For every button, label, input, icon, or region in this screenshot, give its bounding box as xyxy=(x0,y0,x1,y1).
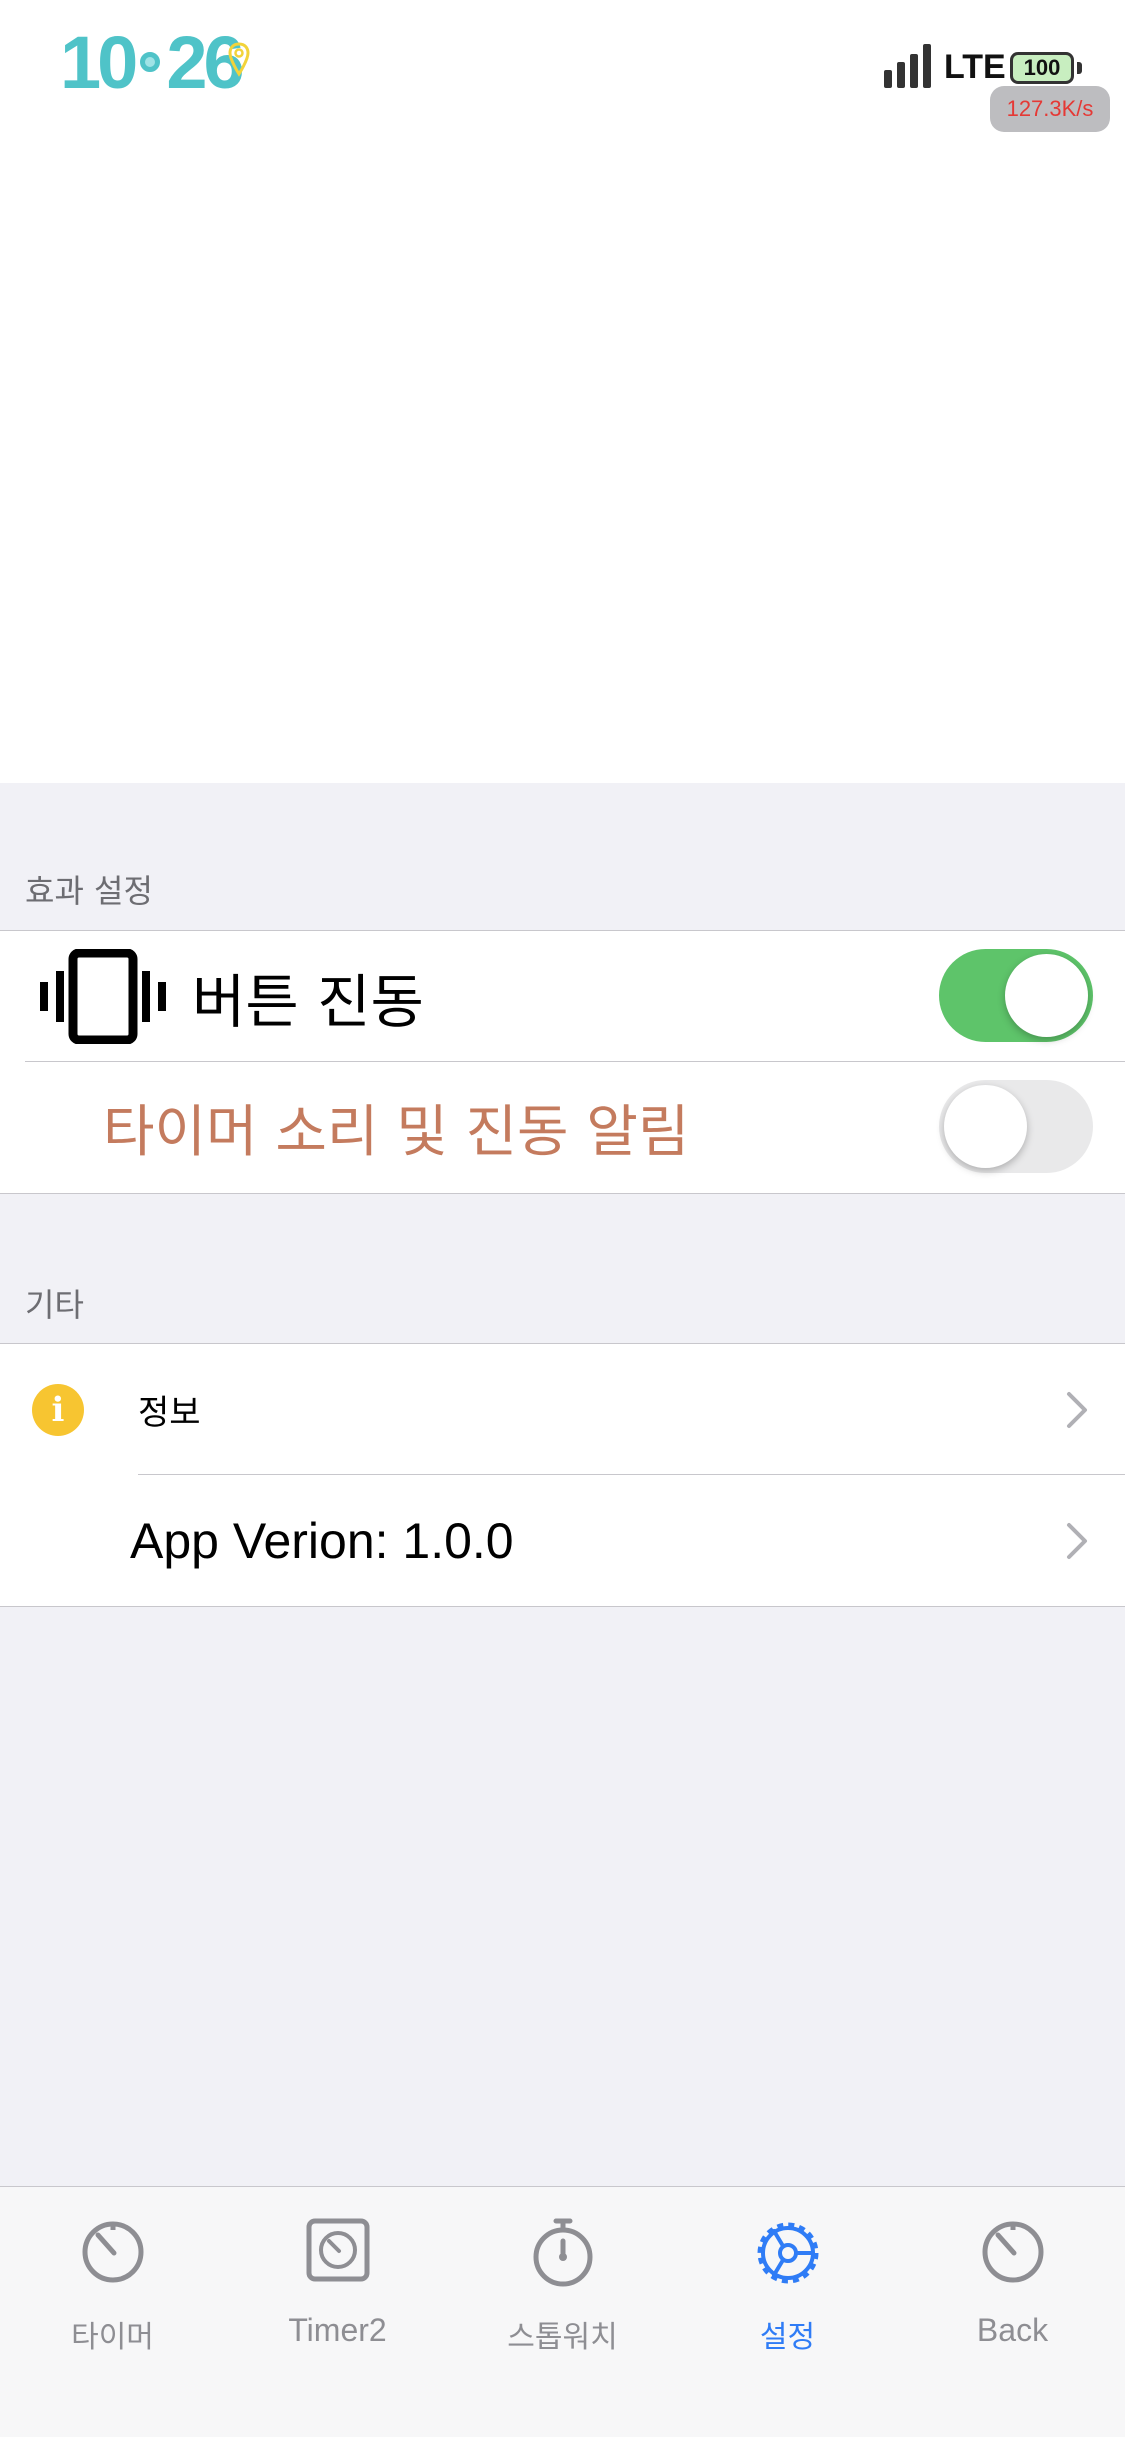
tab-stopwatch[interactable]: 스톱워치 xyxy=(450,2187,675,2367)
battery-level: 100 xyxy=(1023,55,1061,80)
cellular-signal-icon xyxy=(884,42,931,88)
tab-timer2-label: Timer2 xyxy=(288,2312,387,2348)
button-vibration-toggle[interactable] xyxy=(939,949,1093,1042)
status-time: 10 26 xyxy=(60,20,245,104)
tab-timer[interactable]: 타이머 xyxy=(0,2187,225,2367)
info-label: 정보 xyxy=(138,1393,201,1433)
tab-back[interactable]: Back xyxy=(900,2187,1125,2367)
tab-back-label: Back xyxy=(976,2312,1049,2348)
chevron-right-icon xyxy=(1067,1392,1087,1428)
app-version-row[interactable]: App Verion: 1.0.0 xyxy=(0,1475,1125,1606)
vibration-icon xyxy=(40,949,166,1044)
info-row[interactable]: i 정보 xyxy=(0,1344,1125,1475)
tab-timer-label: 타이머 xyxy=(71,2320,154,2355)
button-vibration-label: 버튼 진동 xyxy=(192,967,424,1036)
top-blank-area xyxy=(0,0,1125,783)
status-time-hour: 10 xyxy=(60,20,138,104)
tab-bar: 타이머 Timer2 스톱워치 설정 Back xyxy=(0,2186,1125,2437)
timer-alert-toggle[interactable] xyxy=(939,1080,1093,1173)
battery-icon: 100 xyxy=(1010,52,1074,84)
time-separator-dot xyxy=(140,52,161,72)
info-icon: i xyxy=(32,1384,84,1436)
section-header-other: 기타 xyxy=(25,1286,84,1324)
timer-icon xyxy=(82,2221,143,2283)
gear-icon xyxy=(757,2222,818,2284)
tab-settings-label: 설정 xyxy=(759,2320,816,2355)
battery-tip xyxy=(1077,62,1082,74)
stopwatch-icon xyxy=(533,2218,592,2287)
chevron-right-icon xyxy=(1067,1523,1087,1559)
timer-alert-row: 타이머 소리 및 진동 알림 xyxy=(0,1062,1125,1193)
tab-stopwatch-label: 스톱워치 xyxy=(507,2320,618,2355)
effects-group: 버튼 진동 타이머 소리 및 진동 알림 xyxy=(0,930,1125,1194)
other-group: i 정보 App Verion: 1.0.0 xyxy=(0,1343,1125,1607)
timer-alert-label: 타이머 소리 및 진동 알림 xyxy=(103,1100,690,1165)
network-type: LTE xyxy=(944,48,1006,86)
button-vibration-row: 버튼 진동 xyxy=(0,931,1125,1062)
location-pin-icon xyxy=(228,42,250,77)
tab-settings[interactable]: 설정 xyxy=(675,2187,900,2367)
toggle-knob xyxy=(1005,954,1088,1037)
network-speed-badge: 127.3K/s xyxy=(990,86,1110,132)
back-timer-icon xyxy=(982,2221,1043,2283)
section-header-effects: 효과 설정 xyxy=(25,872,153,910)
app-version-label: App Verion: 1.0.0 xyxy=(130,1512,514,1569)
tab-timer2[interactable]: Timer2 xyxy=(225,2187,450,2367)
toggle-knob xyxy=(944,1085,1027,1168)
timer2-icon xyxy=(306,2218,369,2282)
